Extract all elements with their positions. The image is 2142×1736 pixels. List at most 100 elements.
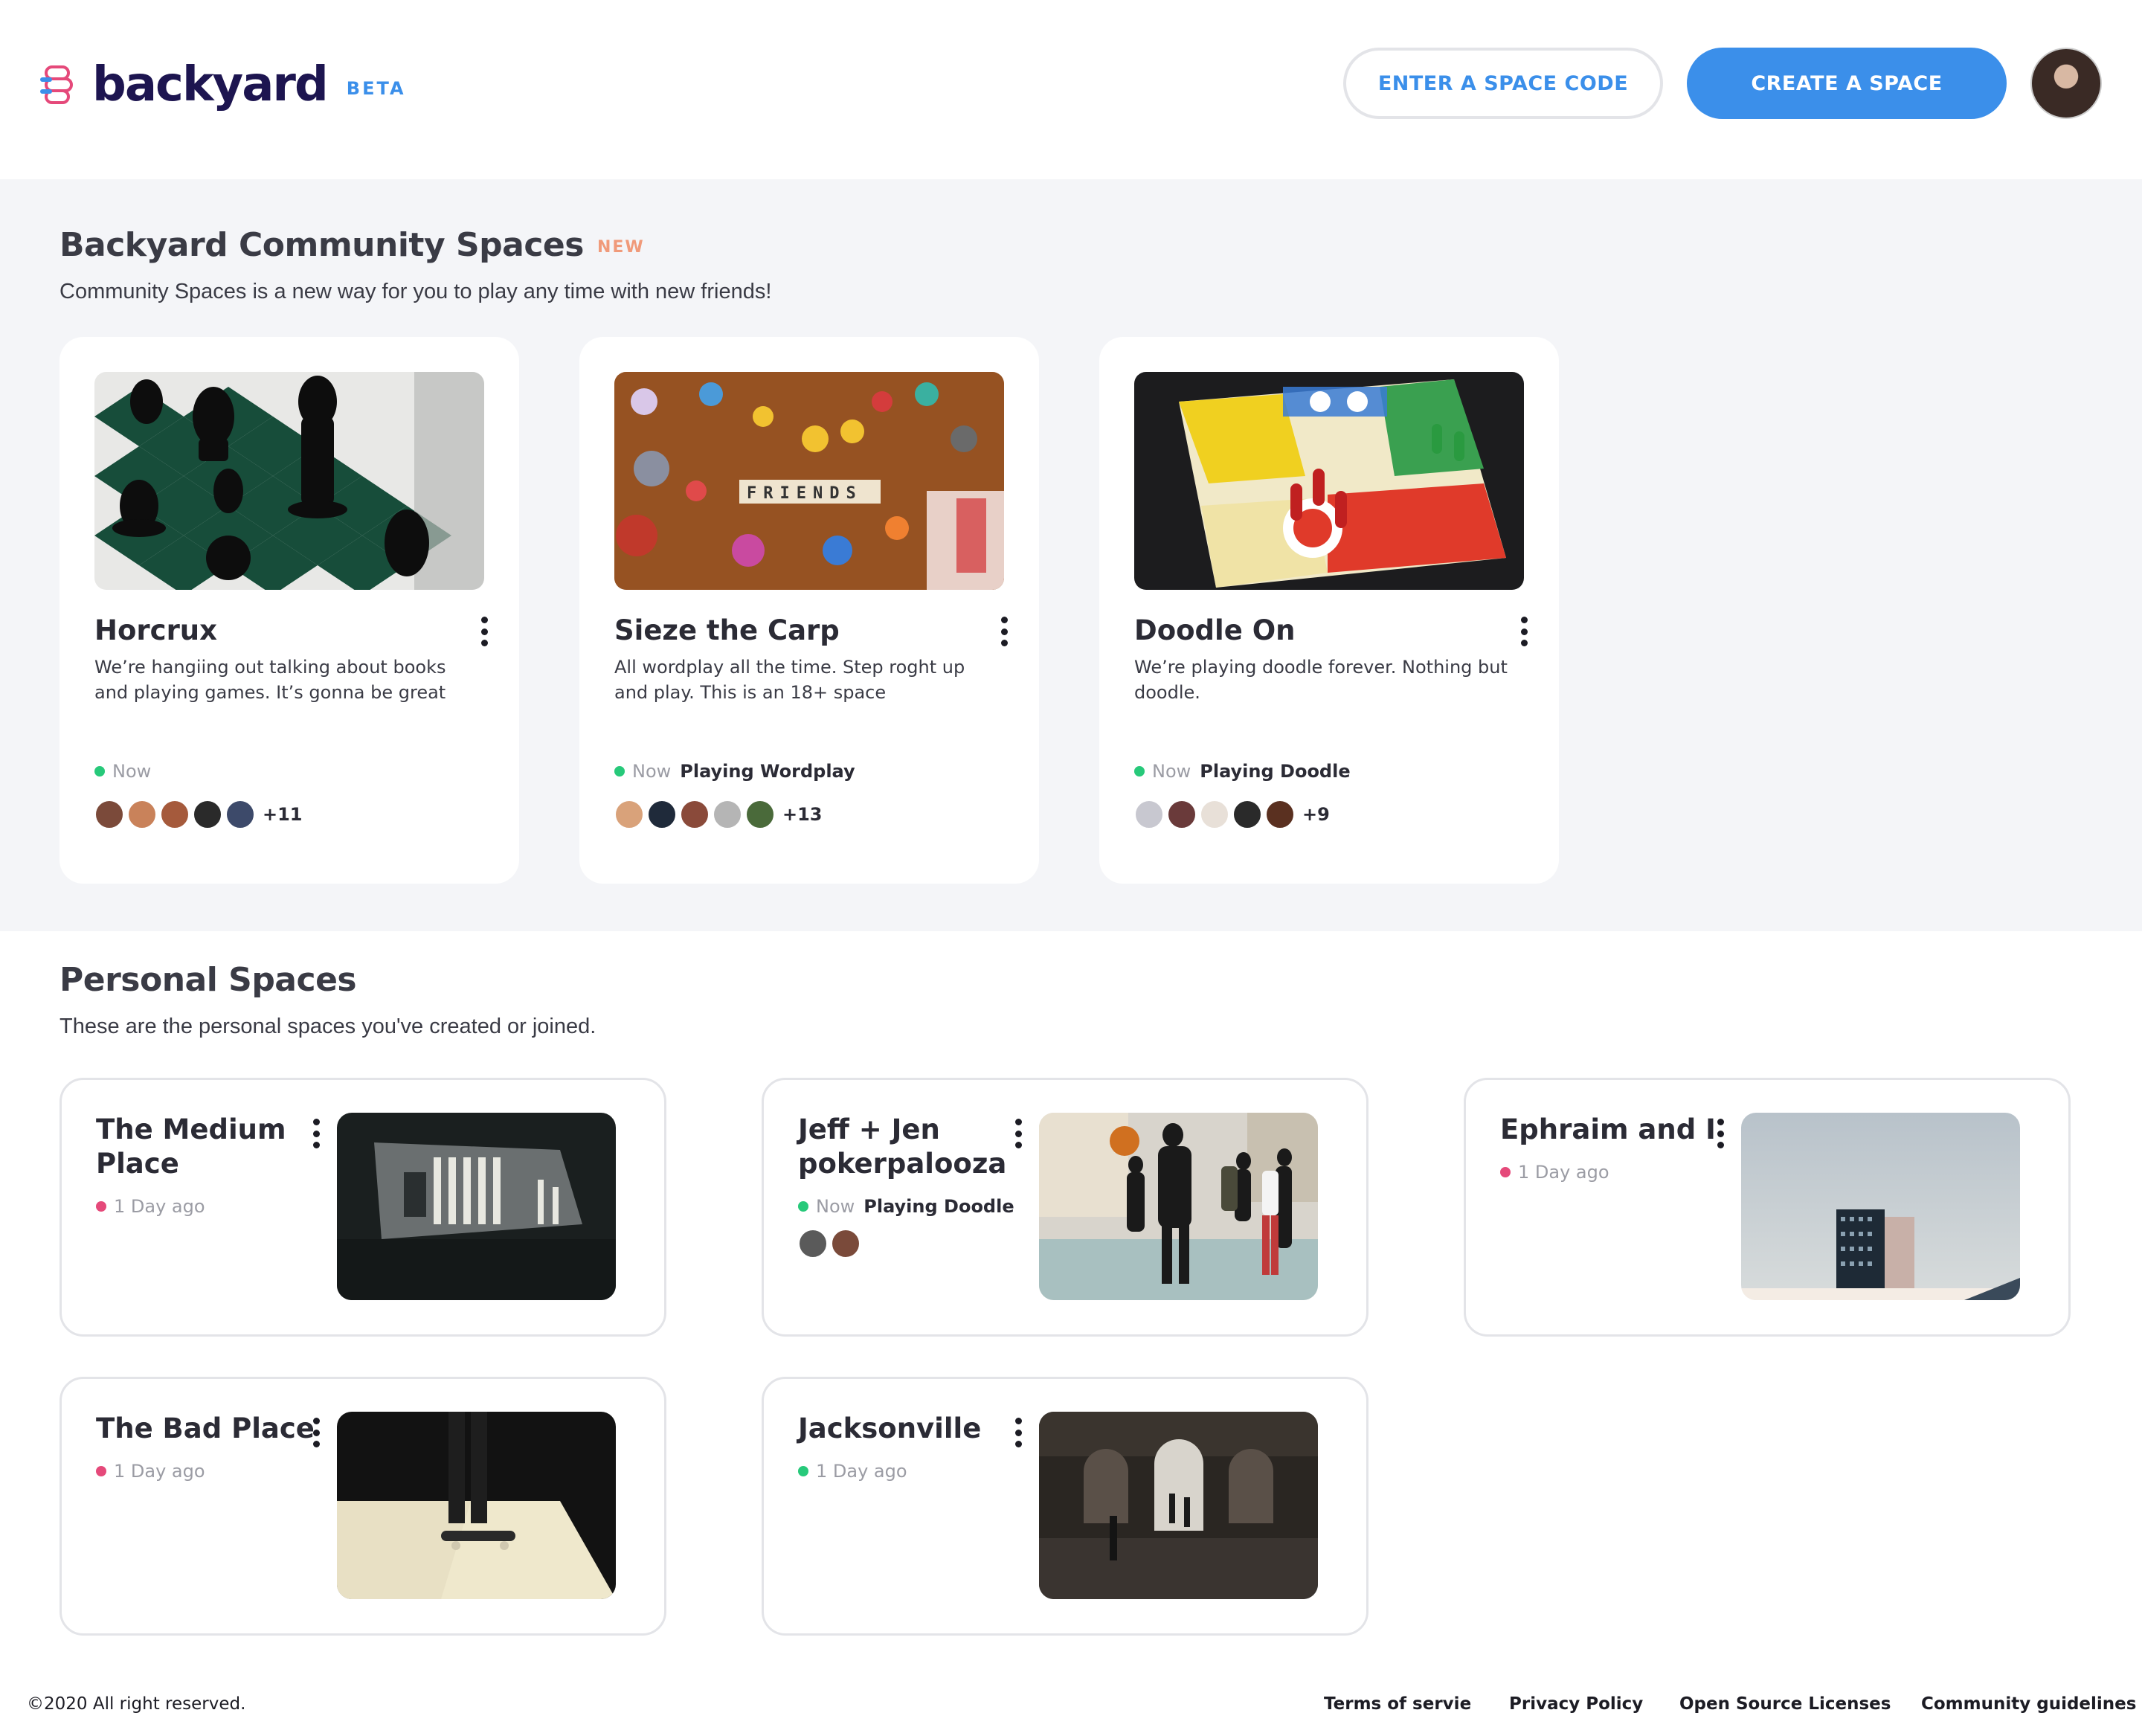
- card-title: The Medium Place: [96, 1113, 286, 1180]
- card-description: All wordplay all the time. Step roght up…: [614, 657, 965, 703]
- avatar: [1134, 800, 1164, 829]
- more-options-icon[interactable]: [478, 617, 490, 646]
- avatar: [127, 800, 157, 829]
- online-status-icon: [1134, 766, 1145, 777]
- card-status: Now: [94, 761, 151, 782]
- train-station-photo: [1039, 1412, 1318, 1599]
- online-status-icon: [798, 1201, 808, 1212]
- toys-friends-photo: FRIENDS: [614, 372, 1004, 590]
- member-avatars[interactable]: +9: [1134, 800, 1330, 829]
- backyard-logo-icon: [40, 65, 73, 104]
- avatar: [1265, 800, 1295, 829]
- offline-status-icon: [96, 1466, 106, 1476]
- personal-title: Personal Spaces: [60, 961, 357, 999]
- card-status: 1 Day ago: [1500, 1162, 1609, 1183]
- beta-badge: BETA: [346, 78, 406, 99]
- more-options-icon[interactable]: [1714, 1119, 1726, 1148]
- terms-link[interactable]: Terms of servie: [1324, 1694, 1471, 1714]
- card-title: Sieze the Carp: [614, 614, 840, 646]
- privacy-link[interactable]: Privacy Policy: [1509, 1694, 1643, 1714]
- community-guidelines-link[interactable]: Community guidelines: [1921, 1694, 2136, 1714]
- create-space-button[interactable]: CREATE A SPACE: [1687, 48, 2007, 119]
- basketball-players-photo: [1039, 1113, 1318, 1300]
- avatar: [1200, 800, 1229, 829]
- online-status-icon: [614, 766, 625, 777]
- card-status: Now Playing Doodle: [1134, 761, 1351, 782]
- more-options-icon[interactable]: [310, 1119, 322, 1148]
- skateboard-photo: [337, 1412, 616, 1599]
- status-time: 1 Day ago: [1518, 1162, 1609, 1183]
- community-card-horcrux[interactable]: Horcrux We’re hangiing out talking about…: [60, 337, 519, 884]
- more-options-icon[interactable]: [310, 1418, 322, 1447]
- playing-game: Playing Wordplay: [680, 761, 855, 782]
- card-title: Doodle On: [1134, 614, 1296, 646]
- personal-card-the-bad-place[interactable]: The Bad Place 1 Day ago: [60, 1377, 666, 1636]
- avatar: [94, 800, 124, 829]
- avatar: [1232, 800, 1262, 829]
- logo[interactable]: backyard BETA: [40, 61, 406, 109]
- card-status: 1 Day ago: [96, 1196, 205, 1217]
- more-options-icon[interactable]: [1518, 617, 1530, 646]
- personal-card-jacksonville[interactable]: Jacksonville 1 Day ago: [762, 1377, 1368, 1636]
- playing-game: Playing Doodle: [1200, 761, 1351, 782]
- card-title: Horcrux: [94, 614, 218, 646]
- card-title: The Bad Place: [96, 1412, 315, 1444]
- personal-card-the-medium-place[interactable]: The Medium Place 1 Day ago: [60, 1078, 666, 1337]
- status-time: Now: [632, 761, 672, 782]
- offline-status-icon: [1500, 1167, 1511, 1177]
- more-options-icon[interactable]: [1012, 1418, 1024, 1447]
- card-status: 1 Day ago: [96, 1461, 205, 1482]
- status-time: Now: [816, 1196, 855, 1217]
- top-header: backyard BETA ENTER A SPACE CODE CREATE …: [0, 0, 2142, 179]
- avatar: [680, 800, 710, 829]
- avatar: [614, 800, 644, 829]
- more-options-icon[interactable]: [998, 617, 1010, 646]
- logo-text: backyard: [92, 57, 329, 112]
- ludo-board-photo: [1134, 372, 1524, 590]
- community-title-text: Backyard Community Spaces: [60, 226, 584, 264]
- online-status-icon: [798, 1466, 808, 1476]
- car-window-building-photo: [337, 1113, 616, 1300]
- new-badge: NEW: [596, 237, 645, 257]
- community-subtitle: Community Spaces is a new way for you to…: [60, 280, 772, 303]
- card-status: 1 Day ago: [798, 1461, 907, 1482]
- avatar: [713, 800, 742, 829]
- avatar: [1167, 800, 1197, 829]
- avatar: [831, 1229, 861, 1258]
- status-time: 1 Day ago: [816, 1461, 907, 1482]
- online-status-icon: [94, 766, 105, 777]
- copyright: ©2020 All right reserved.: [27, 1694, 246, 1714]
- card-title: Jeff + Jen pokerpalooza: [798, 1113, 1007, 1180]
- avatar: [745, 800, 775, 829]
- tall-building-photo: [1741, 1113, 2020, 1300]
- member-avatars[interactable]: +13: [614, 800, 823, 829]
- more-options-icon[interactable]: [1012, 1119, 1024, 1148]
- offline-status-icon: [96, 1201, 106, 1212]
- extra-members-count: +11: [263, 804, 303, 825]
- status-time: 1 Day ago: [114, 1196, 205, 1217]
- chess-pieces-photo: [94, 372, 484, 590]
- avatar: [193, 800, 222, 829]
- card-title: Ephraim and I: [1500, 1113, 1716, 1145]
- card-status: Now Playing Wordplay: [614, 761, 855, 782]
- community-card-sieze-the-carp[interactable]: FRIENDS Sieze the Carp All wordplay all …: [579, 337, 1039, 884]
- personal-card-ephraim-and-i[interactable]: Ephraim and I 1 Day ago: [1464, 1078, 2071, 1337]
- avatar: [160, 800, 190, 829]
- member-avatars[interactable]: +11: [94, 800, 303, 829]
- card-title: Jacksonville: [798, 1412, 982, 1444]
- extra-members-count: +9: [1302, 804, 1330, 825]
- open-source-licenses-link[interactable]: Open Source Licenses: [1679, 1694, 1891, 1714]
- member-avatars[interactable]: [798, 1229, 863, 1258]
- avatar: [798, 1229, 828, 1258]
- svg-text:FRIENDS: FRIENDS: [747, 484, 863, 503]
- personal-subtitle: These are the personal spaces you've cre…: [60, 1015, 596, 1038]
- enter-space-code-button[interactable]: ENTER A SPACE CODE: [1343, 48, 1663, 119]
- card-description: We’re playing doodle forever. Nothing bu…: [1134, 657, 1508, 703]
- status-time: Now: [1152, 761, 1191, 782]
- community-card-doodle-on[interactable]: Doodle On We’re playing doodle forever. …: [1099, 337, 1559, 884]
- status-time: Now: [112, 761, 152, 782]
- personal-card-jeff-jen-pokerpalooza[interactable]: Jeff + Jen pokerpalooza Now Playing Dood…: [762, 1078, 1368, 1337]
- user-avatar[interactable]: [2030, 48, 2102, 119]
- avatar: [647, 800, 677, 829]
- card-description: We’re hangiing out talking about books a…: [94, 657, 446, 703]
